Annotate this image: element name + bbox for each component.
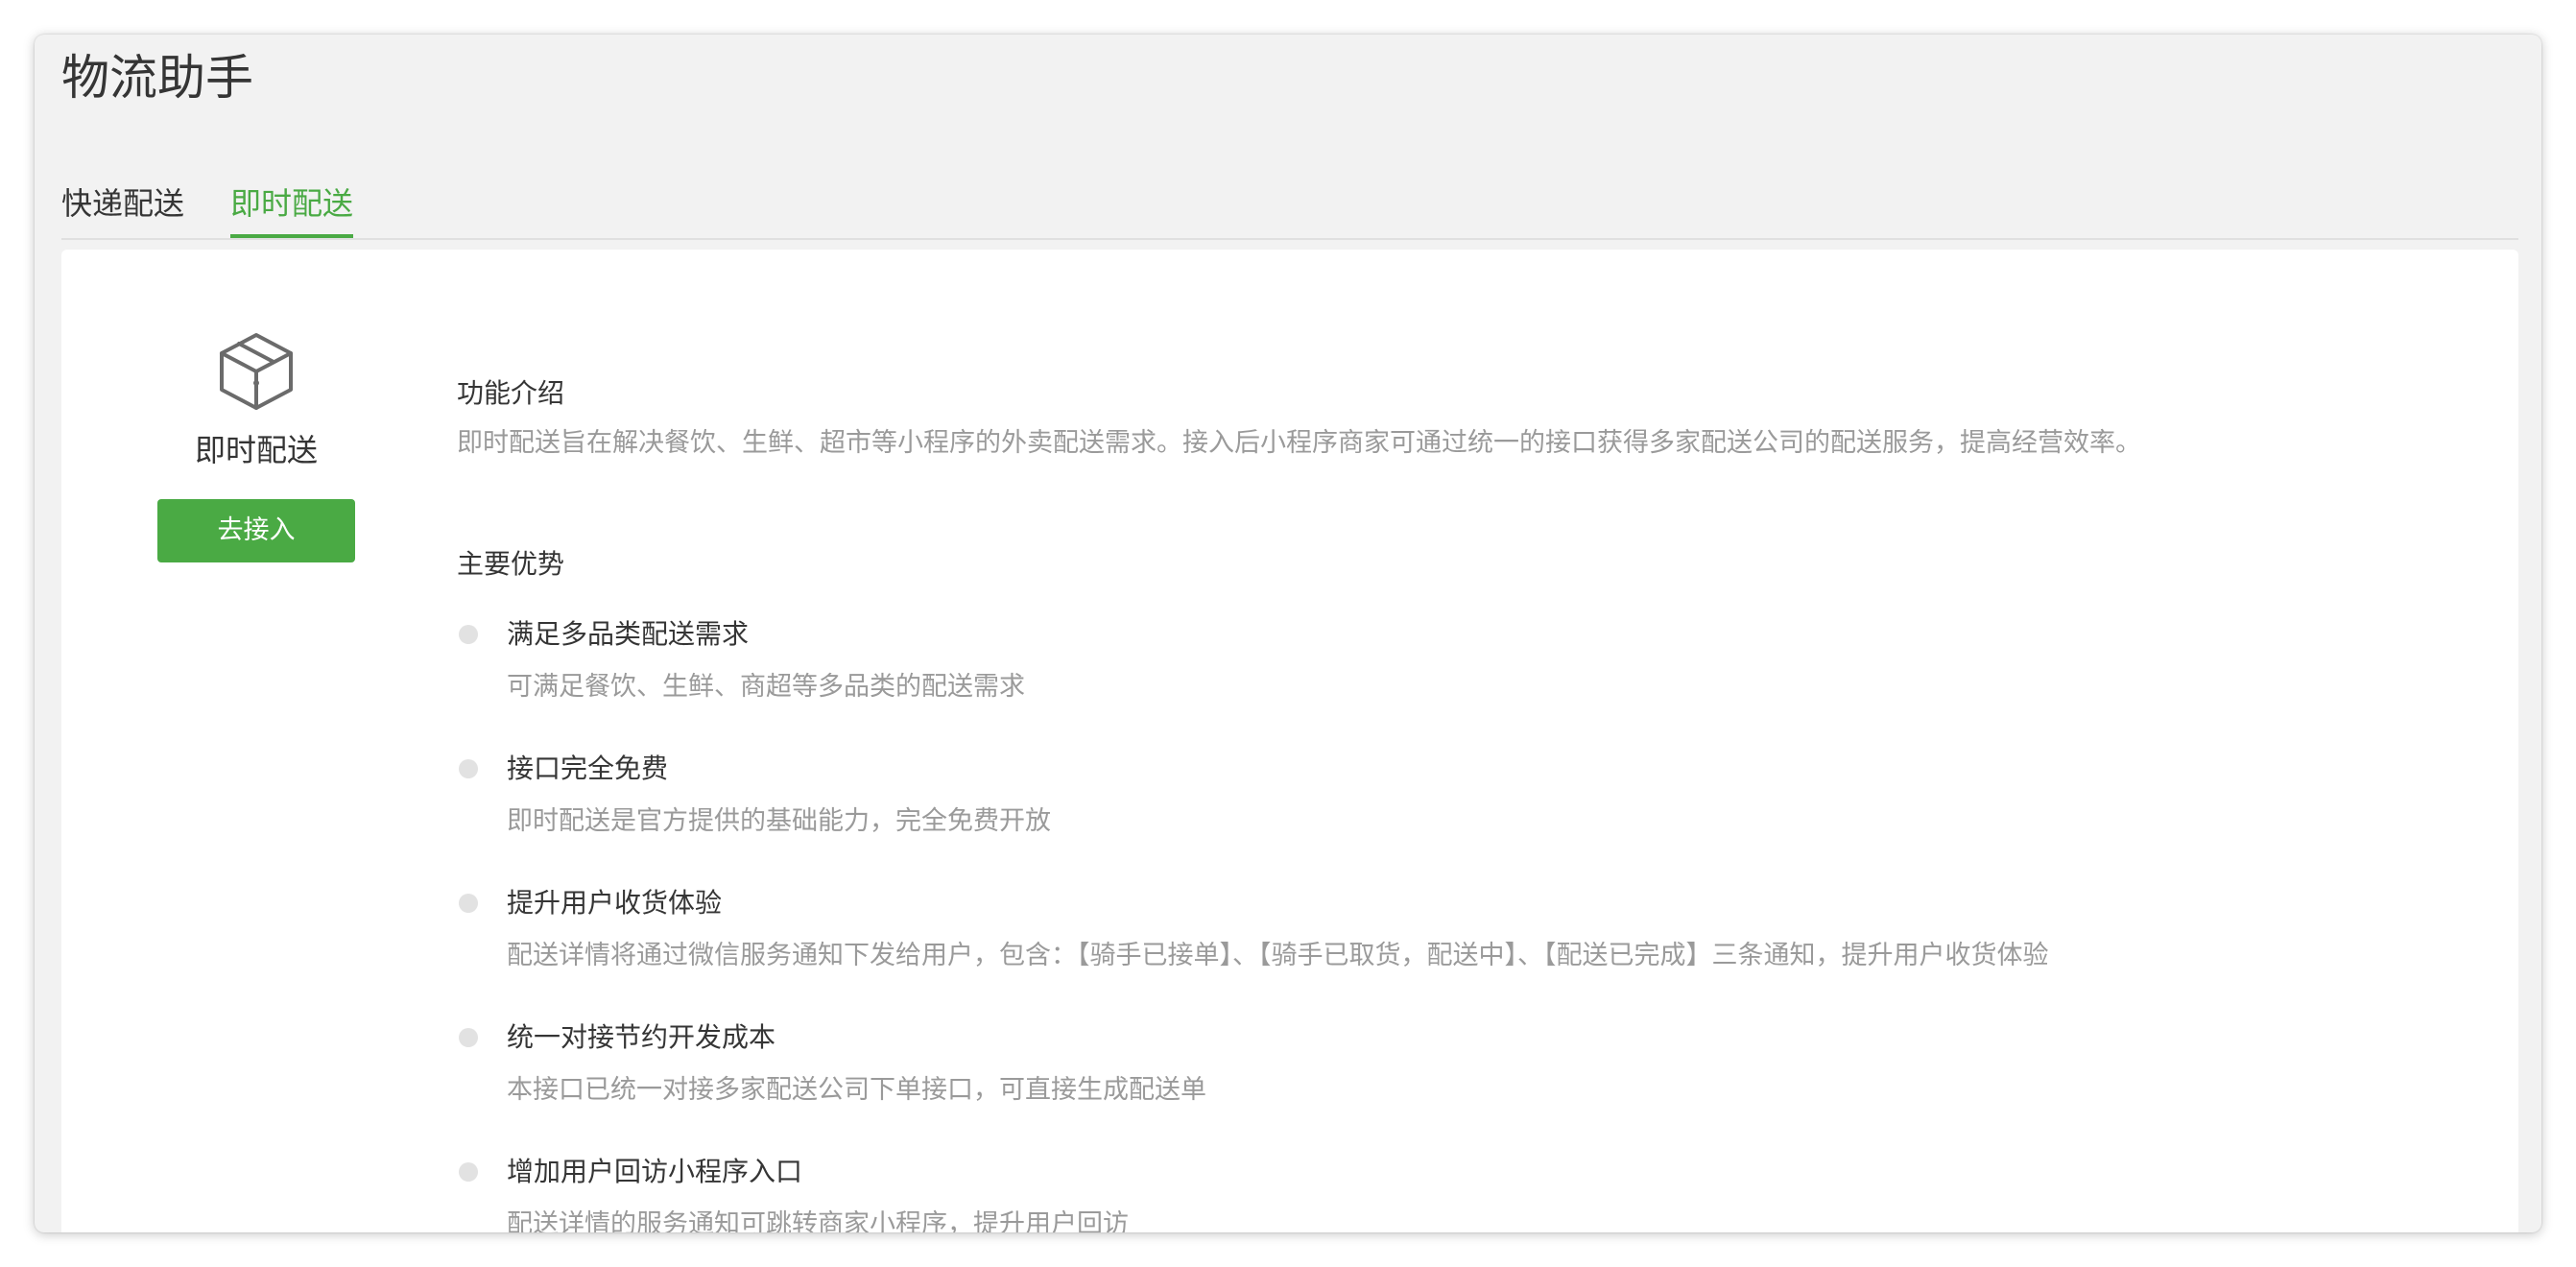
connect-button[interactable]: 去接入	[157, 499, 355, 562]
advantage-item: 增加用户回访小程序入口 配送详情的服务通知可跳转商家小程序，提升用户回访	[457, 1152, 2472, 1232]
package-box-icon	[220, 333, 293, 410]
advantage-desc: 配送详情将通过微信服务通知下发给用户，包含：【骑手已接单】、【骑手已取货，配送中…	[507, 941, 2049, 970]
advantage-item: 接口完全免费 即时配送是官方提供的基础能力，完全免费开放	[457, 749, 2472, 864]
intro-title: 功能介绍	[457, 377, 565, 409]
active-tab-indicator	[230, 234, 354, 238]
content-card: 即时配送 去接入 功能介绍 即时配送旨在解决餐饮、生鲜、超市等小程序的外卖配送需…	[61, 250, 2518, 1232]
advantage-item: 提升用户收货体验 配送详情将通过微信服务通知下发给用户，包含：【骑手已接单】、【…	[457, 883, 2472, 998]
product-name: 即时配送	[194, 432, 318, 468]
advantage-desc: 本接口已统一对接多家配送公司下单接口，可直接生成配送单	[507, 1075, 1206, 1105]
app-window: 物流助手 快递配送 即时配送 即时配送 去接入 功能介绍 即时配送旨在解决餐饮、…	[35, 35, 2541, 1232]
advantage-title: 增加用户回访小程序入口	[507, 1156, 803, 1187]
tab-instant-delivery[interactable]: 即时配送	[230, 182, 354, 238]
advantage-title: 统一对接节约开发成本	[507, 1021, 776, 1053]
bullet-dot	[459, 1162, 478, 1182]
advantages-title: 主要优势	[457, 548, 565, 580]
advantage-title: 满足多品类配送需求	[507, 618, 750, 650]
advantage-desc: 即时配送是官方提供的基础能力，完全免费开放	[507, 806, 1051, 836]
advantage-title: 提升用户收货体验	[507, 887, 723, 919]
advantage-item: 统一对接节约开发成本 本接口已统一对接多家配送公司下单接口，可直接生成配送单	[457, 1017, 2472, 1133]
tab-express-delivery[interactable]: 快递配送	[61, 182, 184, 225]
page-title: 物流助手	[61, 50, 253, 106]
advantage-title: 接口完全免费	[507, 753, 669, 784]
advantage-item: 满足多品类配送需求 可满足餐饮、生鲜、商超等多品类的配送需求	[457, 614, 2472, 729]
bullet-dot	[459, 1028, 478, 1047]
bullet-dot	[459, 759, 478, 778]
intro-description: 即时配送旨在解决餐饮、生鲜、超市等小程序的外卖配送需求。接入后小程序商家可通过统…	[457, 428, 2141, 458]
tab-bar: 快递配送 即时配送	[61, 150, 2518, 240]
advantage-desc: 配送详情的服务通知可跳转商家小程序，提升用户回访	[507, 1209, 1129, 1232]
advantage-desc: 可满足餐饮、生鲜、商超等多品类的配送需求	[507, 672, 1025, 702]
bullet-dot	[459, 625, 478, 644]
tab-label: 即时配送	[230, 185, 354, 222]
bullet-dot	[459, 894, 478, 913]
tab-label: 快递配送	[61, 185, 185, 222]
